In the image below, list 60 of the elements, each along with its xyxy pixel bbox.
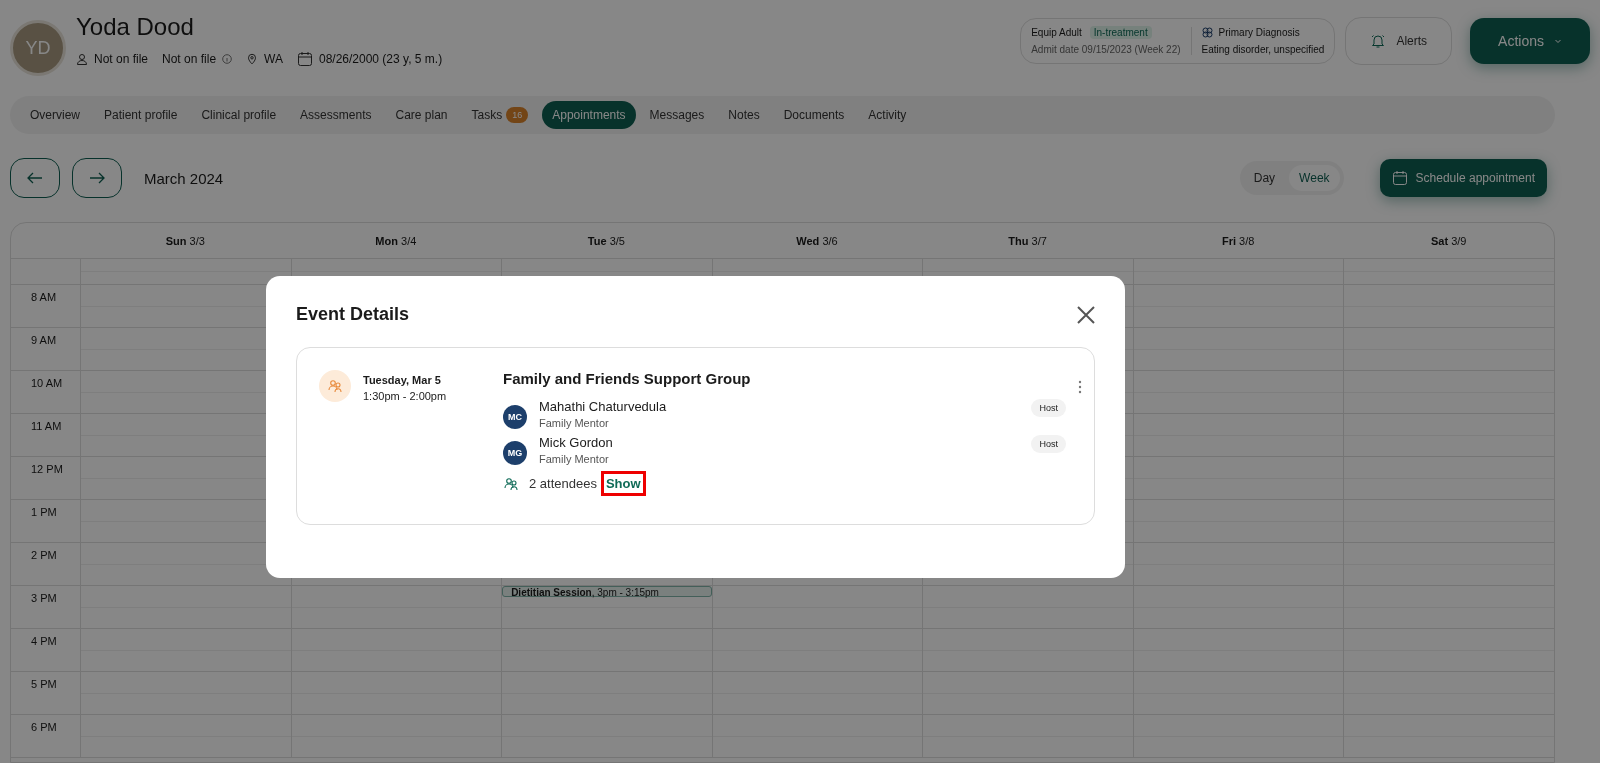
tab[interactable]: Notes	[718, 101, 770, 129]
day-header: Mon 3/4	[375, 234, 417, 247]
diagnosis-text: Eating disorder, unspecified	[1201, 44, 1325, 55]
view-option[interactable]: Day	[1243, 165, 1286, 191]
host-role: Family Mentor	[539, 417, 610, 429]
day-header: Fri 3/8	[1221, 234, 1255, 247]
day-header: Sun 3/3	[165, 234, 205, 247]
program-name: Equip Adult In-treatment	[1031, 27, 1181, 38]
host-name: Mahathi Chaturvedula	[539, 399, 668, 414]
tab[interactable]: Clinical profile	[191, 101, 287, 129]
tab[interactable]: Care plan	[385, 101, 458, 129]
month-title: March 2024	[144, 169, 225, 187]
day-header: Tue 3/5	[587, 234, 625, 247]
patient-name: Yoda Dood	[76, 13, 195, 41]
tab[interactable]: Appointments	[542, 101, 636, 129]
hour-label: 4 PM	[31, 635, 57, 647]
hour-label: 11 AM	[31, 420, 62, 432]
tab[interactable]: Messages	[639, 101, 715, 129]
event-date: Tuesday, Mar 5	[363, 374, 442, 386]
admit-date: Admit date 09/15/2023 (Week 22)	[1031, 44, 1181, 55]
schedule-appointment-button[interactable]: Schedule appointment	[1379, 159, 1547, 197]
day-header: Wed 3/6	[796, 234, 838, 247]
host-name: Mick Gordon	[539, 435, 614, 450]
host-avatar: MG	[503, 441, 527, 465]
host-role: Family Mentor	[539, 453, 610, 465]
day-header: Sat 3/9	[1430, 234, 1467, 247]
hour-label: 1 PM	[31, 506, 57, 518]
birth-date: 08/26/2000 (23 y, 5 m.)	[318, 52, 443, 66]
dialog-title: Event Details	[296, 304, 410, 325]
host-tag: Host	[1031, 435, 1066, 453]
tab[interactable]: Patient profile	[94, 101, 188, 129]
state-text: WA	[264, 52, 283, 66]
hour-label: 8 AM	[31, 291, 57, 303]
hour-label: 12 PM	[31, 463, 63, 475]
tab[interactable]: Documents	[773, 101, 855, 129]
show-link[interactable]: Show	[600, 471, 646, 496]
alerts-button[interactable]: Alerts	[1345, 17, 1453, 65]
host-tag: Host	[1031, 399, 1066, 417]
calendar-event[interactable]: Dietitian Session, 3pm - 3:15pm	[502, 586, 712, 597]
day-header: Thu 3/7	[1008, 234, 1047, 247]
event-title: Family and Friends Support Group	[503, 370, 752, 387]
hour-label: 6 PM	[31, 721, 57, 733]
tab[interactable]: Assessments	[290, 101, 382, 129]
patient-avatar: YD	[10, 20, 66, 76]
pronouns-text: Not on file	[162, 52, 217, 66]
tab[interactable]: Activity	[858, 101, 917, 129]
event-time: 1:30pm - 2:00pm	[363, 390, 448, 402]
hour-label: 2 PM	[31, 549, 57, 561]
tab[interactable]: Tasks 16	[461, 101, 539, 129]
hour-label: 9 AM	[31, 334, 57, 346]
gender-text: Not on file	[94, 52, 149, 66]
actions-button[interactable]: Actions	[1470, 18, 1590, 64]
tab[interactable]: Overview	[20, 101, 90, 129]
hour-label: 10 AM	[31, 377, 63, 389]
diagnosis-label: Primary Diagnosis	[1218, 27, 1300, 38]
hour-label: 5 PM	[31, 678, 57, 690]
host-avatar: MC	[503, 405, 527, 429]
hour-label: 3 PM	[31, 592, 57, 604]
view-option[interactable]: Week	[1289, 165, 1340, 191]
attendee-count: 2 attendees	[529, 476, 597, 491]
